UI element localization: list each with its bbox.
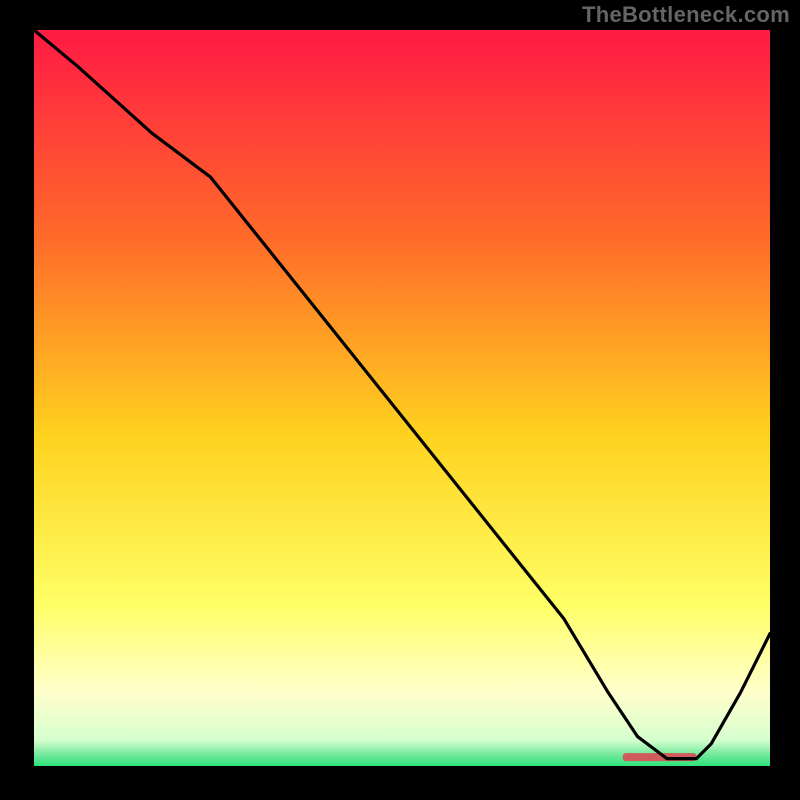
attribution-label: TheBottleneck.com (582, 2, 790, 28)
chart-frame: TheBottleneck.com (0, 0, 800, 800)
chart-svg (34, 30, 770, 766)
plot-area (30, 30, 770, 770)
heat-background (34, 30, 770, 766)
